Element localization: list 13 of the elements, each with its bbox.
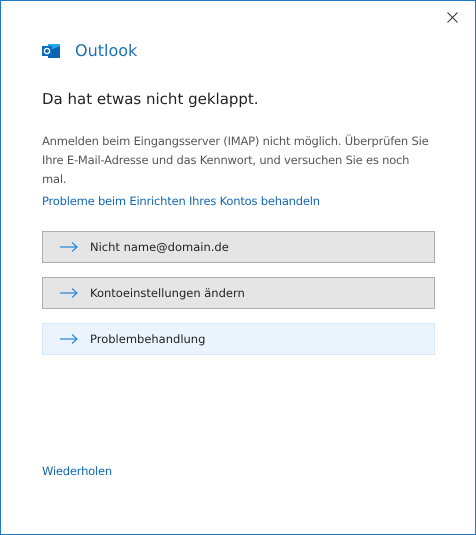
action-button[interactable]: Nicht name@domain.de: [42, 231, 435, 263]
error-heading: Da hat etwas nicht geklappt.: [42, 90, 260, 108]
close-icon: [446, 12, 458, 22]
arrow-icon: [60, 288, 78, 298]
action-button[interactable]: Kontoeinstellungen ändern: [42, 277, 435, 309]
arrow-icon: [60, 242, 78, 252]
error-message: Anmelden beim Eingangsserver (IMAP) nicht möglich. Überprüfen Sie Ihre E-Mail-Adresse und das Kennwort, und versuchen Sie es noch mal.: [42, 133, 430, 188]
arrow-icon: [60, 334, 78, 344]
retry-link[interactable]: Wiederholen: [42, 464, 112, 478]
app-name: Outlook: [75, 41, 138, 60]
action-button[interactable]: Problembehandlung: [42, 323, 435, 355]
help-link[interactable]: Probleme beim Einrichten Ihres Kontos behandeln: [42, 194, 320, 208]
outlook-logo-icon: [42, 42, 61, 58]
